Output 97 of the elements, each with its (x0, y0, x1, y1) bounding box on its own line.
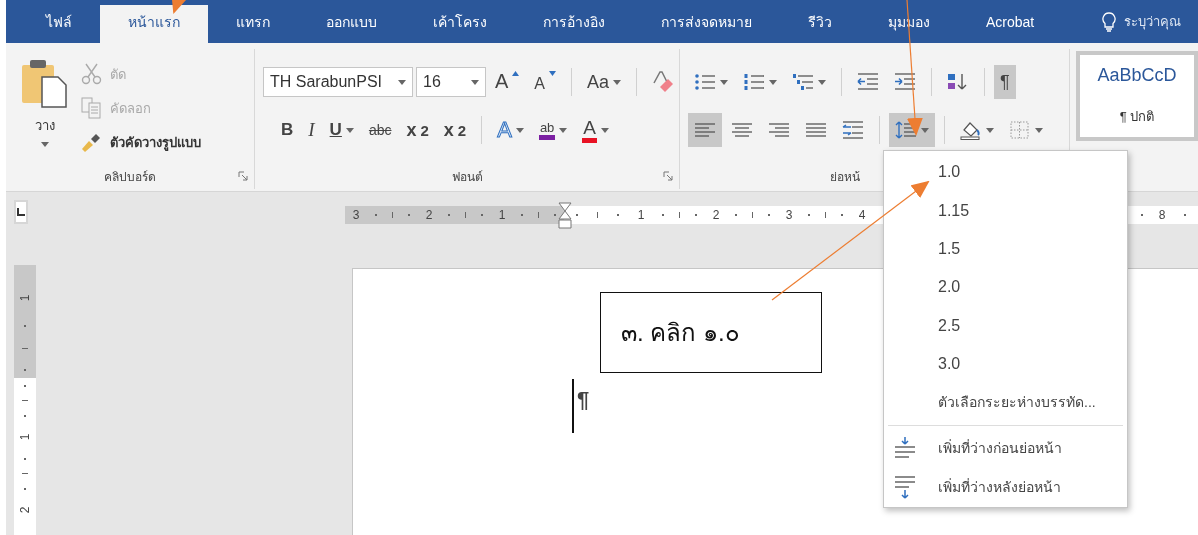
dialog-launcher-icon[interactable] (238, 171, 248, 181)
font-size-combobox[interactable]: 16 (416, 67, 486, 97)
caret-icon (818, 79, 826, 85)
font-name-combobox[interactable]: TH SarabunPSI (263, 67, 413, 97)
increase-indent-icon (894, 72, 916, 92)
clipboard-icon[interactable] (20, 57, 70, 109)
font-color-button[interactable]: A (576, 113, 616, 147)
ruler-number: 3 (352, 208, 360, 222)
line-spacing-icon (895, 120, 917, 140)
left-tab-icon (16, 207, 26, 217)
tell-me-placeholder[interactable]: ระบุว่าคุณ (1124, 11, 1182, 32)
format-painter-button[interactable]: ตัวคัดวางรูปแบบ (76, 129, 205, 155)
ribbon-tab[interactable]: ไฟล์ (18, 0, 100, 43)
distributed-icon (842, 120, 864, 140)
menu-item[interactable]: 1.15 (884, 191, 1127, 230)
ruler-number: 3 (785, 208, 793, 222)
paragraph-mark: ¶ (577, 387, 590, 413)
italic-button[interactable]: I (302, 113, 321, 147)
down-triangle-icon (549, 71, 556, 76)
ruler-number: 1 (498, 208, 506, 222)
ribbon-tab[interactable]: Acrobat (958, 0, 1063, 43)
ruler-number: 1 (18, 433, 32, 441)
multilevel-list-icon (792, 72, 814, 92)
sort-icon (947, 72, 969, 92)
caret-icon (769, 79, 777, 85)
group-label: ฟอนต์ (451, 168, 483, 186)
menu-item[interactable]: 2.5 (884, 306, 1127, 345)
space-after-icon (892, 475, 918, 500)
borders-icon (1009, 120, 1031, 140)
caret-icon (1035, 127, 1043, 133)
caret-icon (471, 79, 479, 85)
caret-icon (613, 79, 622, 85)
align-left-icon (694, 120, 716, 140)
tab-selector[interactable] (14, 200, 28, 224)
align-left-button[interactable] (688, 113, 722, 147)
align-right-icon (768, 120, 790, 140)
grow-font-button[interactable]: A (489, 65, 526, 99)
lightbulb-icon (1102, 11, 1117, 32)
ribbon-tab[interactable]: หน้าแรก (100, 5, 208, 43)
ruler-number: 4 (858, 208, 866, 222)
caret-icon (515, 127, 524, 133)
group-label: ย่อหน้ (830, 168, 860, 186)
strikethrough-button[interactable]: abc (362, 113, 398, 147)
caret-icon (559, 127, 568, 133)
callout-box: ๓. คลิก ๑.๐ (600, 292, 822, 373)
ribbon-tab[interactable]: ออกแบบ (298, 0, 405, 43)
menu-item[interactable]: เพิ่มที่ว่างก่อนย่อหน้า (884, 428, 1127, 468)
ribbon-tab[interactable]: การส่งจดหมาย (633, 0, 780, 43)
dialog-launcher-icon[interactable] (663, 171, 673, 181)
ribbon-tab[interactable]: รีวิว (780, 0, 860, 43)
change-case-button[interactable]: Aa (581, 65, 628, 99)
ruler-number: 8 (1158, 208, 1166, 222)
ribbon-tab[interactable]: แทรก (208, 0, 298, 43)
caret-icon (921, 127, 929, 133)
pointer-arrow (171, 0, 187, 14)
ruler-number: 1 (637, 208, 645, 222)
show-marks-button[interactable]: ¶ (994, 65, 1016, 99)
up-triangle-icon (512, 71, 520, 76)
numbered-list-icon (743, 72, 765, 92)
menu-item[interactable]: ตัวเลือกระยะห่างบรรทัด... (884, 383, 1127, 422)
menu-item[interactable]: 2.0 (884, 268, 1127, 307)
justify-icon (805, 120, 827, 140)
ruler-number: 1 (18, 294, 32, 302)
align-center-icon (731, 120, 753, 140)
scissors-icon (80, 63, 104, 85)
caret-icon (601, 127, 610, 133)
decrease-indent-icon (857, 72, 879, 92)
menu-item[interactable]: เพิ่มที่ว่างหลังย่อหน้า (884, 467, 1127, 508)
caret-icon (720, 79, 728, 85)
caret-icon (41, 142, 49, 147)
caret-icon (986, 127, 994, 133)
paste-label[interactable]: วาง (35, 115, 55, 136)
space-before-icon (892, 436, 918, 461)
menu-item[interactable]: 1.5 (884, 229, 1127, 269)
style-preview: AaBbCcD (1097, 65, 1177, 86)
caret-icon (345, 127, 354, 133)
line-spacing-button[interactable] (889, 113, 935, 147)
menu-item[interactable]: 3.0 (884, 344, 1127, 384)
paint-bucket-icon (960, 120, 982, 140)
caret-icon (398, 79, 406, 85)
ruler-number: 2 (18, 506, 32, 514)
bold-button[interactable]: B (275, 113, 300, 147)
menu-item[interactable]: 1.0 (884, 153, 1127, 192)
ruler-number: 2 (425, 208, 433, 222)
underline-button[interactable]: U (323, 113, 360, 147)
highlight-button[interactable]: ab (532, 113, 574, 147)
group-label: คลิปบอร์ด (104, 168, 156, 186)
bullet-list-icon (694, 72, 716, 92)
shrink-font-button[interactable]: A (528, 65, 562, 99)
text-cursor (572, 379, 574, 433)
ribbon-tab[interactable]: เค้าโครง (405, 0, 515, 43)
style-card[interactable]: AaBbCcD ¶ ปกติ (1076, 51, 1198, 141)
style-name: ¶ ปกติ (1119, 108, 1155, 126)
ruler-number: 2 (712, 208, 720, 222)
eraser-icon (652, 71, 675, 93)
copy-icon (80, 97, 104, 119)
ribbon-tab[interactable]: การอ้างอิง (515, 0, 633, 43)
